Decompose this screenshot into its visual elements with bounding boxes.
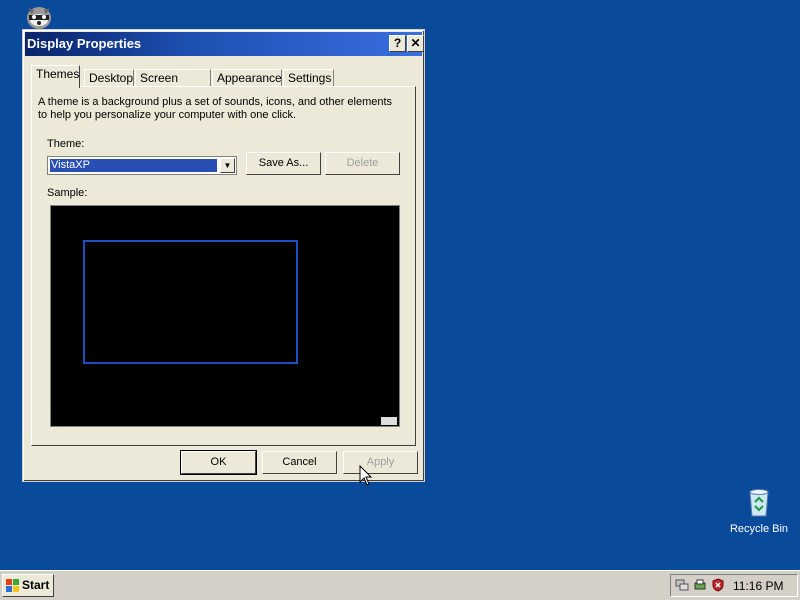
ok-button[interactable]: OK xyxy=(180,450,257,475)
tab-screen-saver[interactable]: Screen Saver xyxy=(135,69,211,102)
close-button[interactable]: ✕ xyxy=(407,35,424,52)
sample-label: Sample: xyxy=(47,187,88,199)
window-title: Display Properties xyxy=(27,36,142,51)
system-tray: 11:16 PM xyxy=(670,574,798,597)
tab-desktop[interactable]: Desktop xyxy=(84,69,134,87)
mouse-pointer-icon xyxy=(359,465,373,486)
title-bar[interactable]: Display Properties ? ✕ xyxy=(25,32,424,56)
recycle-bin-label: Recycle Bin xyxy=(729,523,789,535)
recycle-bin[interactable]: Recycle Bin xyxy=(726,486,792,535)
raccoon-shortcut-icon[interactable] xyxy=(24,2,54,32)
start-label: Start xyxy=(22,578,50,592)
chevron-down-icon[interactable]: ▼ xyxy=(220,158,235,173)
theme-description: A theme is a background plus a set of so… xyxy=(38,96,393,121)
theme-selected-value: VistaXP xyxy=(50,159,217,172)
preview-window xyxy=(83,240,298,364)
save-as-button[interactable]: Save As... xyxy=(246,152,321,175)
taskbar: Start 11:16 PM xyxy=(0,570,800,600)
theme-dropdown[interactable]: VistaXP ▼ xyxy=(47,156,237,175)
help-button[interactable]: ? xyxy=(389,35,406,52)
preview-desktop-icon xyxy=(381,417,397,425)
tab-appearance[interactable]: Appearance xyxy=(212,69,282,87)
delete-button[interactable]: Delete xyxy=(325,152,400,175)
tab-settings[interactable]: Settings xyxy=(283,69,334,87)
theme-sample-preview xyxy=(50,205,400,427)
printer-icon[interactable] xyxy=(693,578,707,592)
tab-themes[interactable]: Themes xyxy=(31,65,80,88)
security-shield-icon[interactable] xyxy=(711,578,725,592)
recycle-bin-icon xyxy=(749,489,769,517)
theme-label: Theme: xyxy=(47,138,85,150)
display-properties-window: Display Properties ? ✕ Themes Desktop Sc… xyxy=(22,29,425,482)
start-button[interactable]: Start xyxy=(2,574,54,597)
clock[interactable]: 11:16 PM xyxy=(733,579,783,593)
windows-flag-icon xyxy=(6,579,19,592)
cancel-button[interactable]: Cancel xyxy=(262,451,337,474)
network-icon[interactable] xyxy=(675,578,689,592)
apply-button[interactable]: Apply xyxy=(343,451,418,474)
